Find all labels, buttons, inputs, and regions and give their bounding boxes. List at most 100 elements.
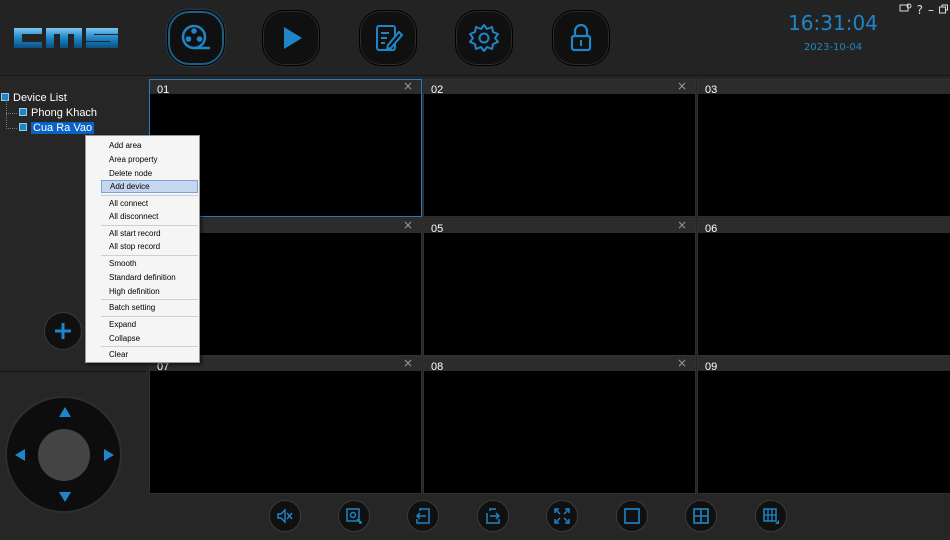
layout-single-button[interactable] bbox=[616, 500, 648, 532]
play-icon bbox=[284, 27, 302, 49]
cell-header bbox=[424, 219, 695, 233]
date: 2023-10-04 bbox=[803, 42, 863, 53]
menu-separator bbox=[101, 316, 198, 317]
menu-separator bbox=[101, 195, 198, 196]
layout-custom-icon bbox=[763, 508, 779, 524]
cell-header bbox=[698, 80, 950, 94]
close-icon[interactable]: × bbox=[403, 79, 413, 93]
cell-number: 08 bbox=[431, 361, 444, 373]
cell-number: 01 bbox=[157, 84, 170, 96]
layout-custom-button[interactable] bbox=[755, 500, 787, 532]
user-switch-icon[interactable] bbox=[899, 3, 912, 17]
video-cell-02[interactable]: 02 × bbox=[423, 79, 696, 217]
bottom-toolbar bbox=[148, 494, 950, 540]
menu-item-expand[interactable]: Expand bbox=[101, 318, 198, 331]
add-button[interactable] bbox=[44, 312, 82, 350]
snapshot-icon bbox=[346, 508, 362, 524]
tree-node-icon bbox=[19, 123, 27, 132]
cell-number: 09 bbox=[705, 361, 718, 373]
tree-node-icon bbox=[19, 108, 27, 117]
fullscreen-button[interactable] bbox=[546, 500, 578, 532]
menu-item-batch-setting[interactable]: Batch setting bbox=[101, 301, 198, 314]
video-cell-07[interactable]: 07 × bbox=[149, 356, 422, 494]
menu-item-clear[interactable]: Clear bbox=[101, 348, 198, 361]
menu-item-all-connect[interactable]: All connect bbox=[101, 197, 198, 210]
window-controls: ? – bbox=[899, 3, 948, 17]
cell-header bbox=[424, 357, 695, 371]
page-next-icon bbox=[486, 508, 501, 524]
video-cell-03[interactable]: 03 bbox=[697, 79, 950, 217]
tree-root[interactable]: Device List bbox=[0, 91, 146, 106]
tree-node-icon bbox=[1, 93, 9, 102]
menu-item-collapse[interactable]: Collapse bbox=[101, 332, 198, 345]
cell-number: 05 bbox=[431, 223, 444, 235]
video-grid: 01 × 02 × 03 × 05 × 06 07 × 08 × 09 bbox=[148, 78, 950, 494]
layout-quad-button[interactable] bbox=[685, 500, 717, 532]
menu-separator bbox=[101, 299, 198, 300]
preview-button[interactable] bbox=[167, 10, 225, 66]
video-cell-05[interactable]: 05 × bbox=[423, 218, 696, 356]
cell-number: 02 bbox=[431, 84, 444, 96]
ptz-control bbox=[5, 396, 122, 513]
cell-header bbox=[424, 80, 695, 94]
clock: 16:31:04 bbox=[788, 11, 878, 35]
menu-item-add-area[interactable]: Add area bbox=[101, 139, 198, 152]
fullscreen-icon bbox=[554, 508, 570, 524]
menu-item-delete-node[interactable]: Delete node bbox=[101, 167, 198, 180]
menu-item-smooth[interactable]: Smooth bbox=[101, 257, 198, 270]
tree-item-phong-khach[interactable]: Phong Khach bbox=[0, 106, 146, 121]
menu-item-all-stop-record[interactable]: All stop record bbox=[101, 240, 198, 253]
ptz-center-button[interactable] bbox=[38, 429, 90, 481]
log-button[interactable] bbox=[359, 10, 417, 66]
prev-page-button[interactable] bbox=[407, 500, 439, 532]
ptz-down-icon[interactable] bbox=[59, 492, 71, 502]
panel-divider bbox=[0, 371, 146, 372]
cell-header bbox=[698, 357, 950, 371]
menu-separator bbox=[101, 225, 198, 226]
playback-button[interactable] bbox=[262, 10, 320, 66]
lock-button[interactable] bbox=[552, 10, 610, 66]
menu-item-all-start-record[interactable]: All start record bbox=[101, 227, 198, 240]
close-icon[interactable]: × bbox=[677, 356, 687, 370]
snapshot-button[interactable] bbox=[338, 500, 370, 532]
top-bar: 16:31:04 2023-10-04 ? – bbox=[0, 0, 950, 76]
context-menu: Add area Area property Delete node Add d… bbox=[85, 135, 200, 363]
video-cell-08[interactable]: 08 × bbox=[423, 356, 696, 494]
menu-item-high-definition[interactable]: High definition bbox=[101, 285, 198, 298]
tree-connector bbox=[6, 113, 17, 114]
tree-connector bbox=[6, 128, 17, 129]
menu-item-standard-definition[interactable]: Standard definition bbox=[101, 271, 198, 284]
gear-icon bbox=[469, 24, 499, 52]
edit-document-icon bbox=[376, 25, 404, 51]
ptz-left-icon[interactable] bbox=[15, 449, 25, 461]
help-button[interactable]: ? bbox=[917, 3, 923, 17]
cell-number: 03 bbox=[705, 84, 718, 96]
page-prev-icon bbox=[415, 508, 430, 524]
close-icon[interactable]: × bbox=[677, 218, 687, 232]
ptz-up-icon[interactable] bbox=[59, 407, 71, 417]
tree-root-label: Device List bbox=[13, 92, 67, 104]
video-cell-09[interactable]: 09 bbox=[697, 356, 950, 494]
next-page-button[interactable] bbox=[477, 500, 509, 532]
cell-header bbox=[698, 219, 950, 233]
menu-item-area-property[interactable]: Area property bbox=[101, 153, 198, 166]
layout-single-icon bbox=[624, 508, 640, 524]
film-reel-icon bbox=[181, 24, 210, 50]
menu-item-add-device[interactable]: Add device bbox=[101, 180, 198, 193]
tree-item-label: Phong Khach bbox=[31, 107, 98, 119]
settings-button[interactable] bbox=[455, 10, 513, 66]
close-icon[interactable]: × bbox=[403, 356, 413, 370]
tree-item-label: Cua Ra Vao bbox=[31, 122, 95, 134]
close-icon[interactable]: × bbox=[677, 79, 687, 93]
cell-number: 06 bbox=[705, 223, 718, 235]
menu-item-all-disconnect[interactable]: All disconnect bbox=[101, 210, 198, 223]
tree-item-cua-ra-vao[interactable]: Cua Ra Vao bbox=[0, 121, 146, 136]
minimize-button[interactable]: – bbox=[928, 3, 934, 17]
restore-icon[interactable] bbox=[939, 3, 948, 17]
close-icon[interactable]: × bbox=[403, 218, 413, 232]
mute-button[interactable] bbox=[269, 500, 301, 532]
ptz-right-icon[interactable] bbox=[104, 449, 114, 461]
menu-separator bbox=[101, 255, 198, 256]
layout-quad-icon bbox=[693, 508, 709, 524]
video-cell-06[interactable]: 06 bbox=[697, 218, 950, 356]
